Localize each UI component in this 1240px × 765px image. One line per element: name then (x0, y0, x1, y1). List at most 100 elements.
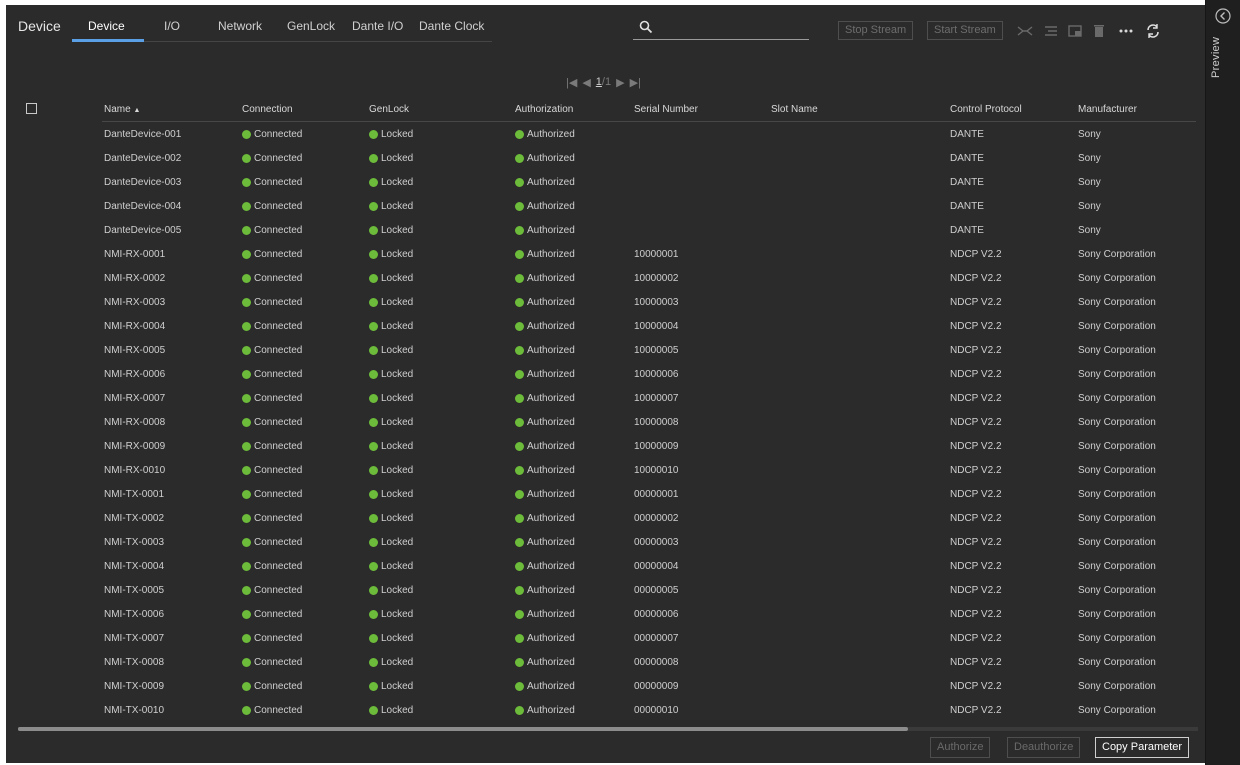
deauthorize-button[interactable]: Deauthorize (1007, 737, 1081, 758)
status-ok-icon (242, 346, 251, 355)
table-row[interactable]: NMI-RX-0006 Connected Locked Authorized 1000… (6, 363, 1205, 387)
column-header-slot-name[interactable]: Slot Name (771, 104, 818, 115)
status-text: Locked (381, 537, 414, 548)
status-ok-icon (515, 442, 524, 451)
status-ok-icon (242, 370, 251, 379)
prev-page-button[interactable]: ◀ (582, 76, 590, 89)
status-ok-icon (242, 322, 251, 331)
table-row[interactable]: NMI-RX-0009 Connected Locked Authorized 1000… (6, 435, 1205, 459)
cell-connection: Connected (242, 177, 302, 188)
column-header-serial-number[interactable]: Serial Number (634, 104, 698, 115)
status-ok-icon (515, 682, 524, 691)
tab-network[interactable]: Network (218, 19, 262, 33)
window-icon[interactable] (1066, 22, 1084, 40)
cell-authorization: Authorized (515, 513, 575, 524)
column-header-genlock[interactable]: GenLock (369, 104, 409, 115)
table-row[interactable]: NMI-RX-0004 Connected Locked Authorized 1000… (6, 315, 1205, 339)
last-page-button[interactable]: ▶| (630, 76, 641, 89)
status-ok-icon (242, 154, 251, 163)
table-row[interactable]: NMI-TX-0010 Connected Locked Authorized 0000… (6, 699, 1205, 723)
table-row[interactable]: NMI-TX-0001 Connected Locked Authorized 0000… (6, 483, 1205, 507)
cell-genlock: Locked (369, 321, 413, 332)
table-row[interactable]: NMI-TX-0006 Connected Locked Authorized 0000… (6, 603, 1205, 627)
tab-dante-io[interactable]: Dante I/O (352, 19, 403, 33)
column-header-control-protocol[interactable]: Control Protocol (950, 104, 1022, 115)
table-row[interactable]: NMI-TX-0009 Connected Locked Authorized 0000… (6, 675, 1205, 699)
status-ok-icon (242, 466, 251, 475)
scrollbar-thumb[interactable] (18, 727, 908, 731)
table-row[interactable]: NMI-TX-0007 Connected Locked Authorized 0000… (6, 627, 1205, 651)
cell-connection: Connected (242, 417, 302, 428)
copy-parameter-button[interactable]: Copy Parameter (1095, 737, 1190, 758)
status-text: Locked (381, 657, 414, 668)
status-text: Locked (381, 417, 414, 428)
table-row[interactable]: NMI-TX-0008 Connected Locked Authorized 0000… (6, 651, 1205, 675)
table-row[interactable]: NMI-RX-0001 Connected Locked Authorized 1000… (6, 243, 1205, 267)
table-row[interactable]: NMI-RX-0007 Connected Locked Authorized 1000… (6, 387, 1205, 411)
table-row[interactable]: DanteDevice-004 Connected Locked Authorized… (6, 195, 1205, 219)
table-row[interactable]: NMI-RX-0003 Connected Locked Authorized 1000… (6, 291, 1205, 315)
trash-icon[interactable] (1090, 22, 1108, 40)
column-header-authorization[interactable]: Authorization (515, 104, 573, 115)
tab-io[interactable]: I/O (164, 19, 180, 33)
more-icon[interactable] (1117, 22, 1135, 40)
column-header-manufacturer[interactable]: Manufacturer (1078, 104, 1137, 115)
cell-control-protocol: NDCP V2.2 (950, 369, 1002, 380)
cell-genlock: Locked (369, 465, 413, 476)
table-row[interactable]: NMI-TX-0003 Connected Locked Authorized 0000… (6, 531, 1205, 555)
start-stream-button[interactable]: Start Stream (927, 21, 1003, 40)
status-text: Connected (254, 201, 303, 212)
table-row[interactable]: NMI-RX-0002 Connected Locked Authorized 1000… (6, 267, 1205, 291)
list-icon[interactable] (1042, 22, 1060, 40)
collapse-icon[interactable] (1214, 7, 1232, 25)
table-row[interactable]: DanteDevice-005 Connected Locked Authorized… (6, 219, 1205, 243)
cell-control-protocol: NDCP V2.2 (950, 321, 1002, 332)
stop-stream-button[interactable]: Stop Stream (838, 21, 914, 40)
tab-device[interactable]: Device (88, 19, 125, 33)
table-row[interactable]: NMI-TX-0002 Connected Locked Authorized 0000… (6, 507, 1205, 531)
cell-name: NMI-TX-0006 (104, 609, 165, 620)
status-ok-icon (369, 442, 378, 451)
cell-name: DanteDevice-005 (104, 225, 182, 236)
cell-serial-number: 00000009 (634, 681, 679, 692)
cell-connection: Connected (242, 369, 302, 380)
horizontal-scrollbar[interactable] (18, 727, 1198, 731)
status-text: Authorized (527, 393, 575, 404)
table-row[interactable]: DanteDevice-001 Connected Locked Authorized… (6, 123, 1205, 147)
first-page-button[interactable]: |◀ (566, 76, 577, 89)
cell-genlock: Locked (369, 489, 413, 500)
cell-manufacturer: Sony (1078, 177, 1101, 188)
table-row[interactable]: NMI-RX-0010 Connected Locked Authorized 1000… (6, 459, 1205, 483)
next-page-button[interactable]: ▶ (616, 76, 624, 89)
connect-icon[interactable] (1016, 22, 1034, 40)
status-text: Locked (381, 633, 414, 644)
cell-name: NMI-RX-0001 (104, 249, 166, 260)
table-row[interactable]: NMI-TX-0004 Connected Locked Authorized 0000… (6, 555, 1205, 579)
search-box[interactable] (633, 18, 809, 40)
search-input[interactable] (657, 18, 807, 38)
table-row[interactable]: NMI-RX-0008 Connected Locked Authorized 1000… (6, 411, 1205, 435)
cell-connection: Connected (242, 609, 302, 620)
column-header-name[interactable]: Name ▲ (104, 104, 140, 115)
cell-manufacturer: Sony Corporation (1078, 681, 1156, 692)
preview-label[interactable]: Preview (1210, 30, 1222, 78)
sort-ascending-icon: ▲ (133, 107, 141, 114)
status-ok-icon (242, 706, 251, 715)
tab-dante-clock[interactable]: Dante Clock (419, 19, 484, 33)
select-all-checkbox[interactable] (26, 103, 37, 114)
cell-authorization: Authorized (515, 393, 575, 404)
table-row[interactable]: NMI-RX-0005 Connected Locked Authorized 1000… (6, 339, 1205, 363)
table-header: Name ▲ Connection GenLock Authorization … (6, 95, 1205, 123)
status-text: Connected (254, 273, 303, 284)
tab-genlock[interactable]: GenLock (287, 19, 335, 33)
table-row[interactable]: NMI-TX-0005 Connected Locked Authorized 0000… (6, 579, 1205, 603)
table-row[interactable]: DanteDevice-002 Connected Locked Authorized… (6, 147, 1205, 171)
column-header-connection[interactable]: Connection (242, 104, 293, 115)
page-title: Device (18, 18, 61, 34)
cell-manufacturer: Sony Corporation (1078, 321, 1156, 332)
refresh-icon[interactable] (1144, 22, 1162, 40)
authorize-button[interactable]: Authorize (930, 737, 991, 758)
cell-control-protocol: NDCP V2.2 (950, 657, 1002, 668)
table-row[interactable]: DanteDevice-003 Connected Locked Authorized… (6, 171, 1205, 195)
cell-genlock: Locked (369, 345, 413, 356)
